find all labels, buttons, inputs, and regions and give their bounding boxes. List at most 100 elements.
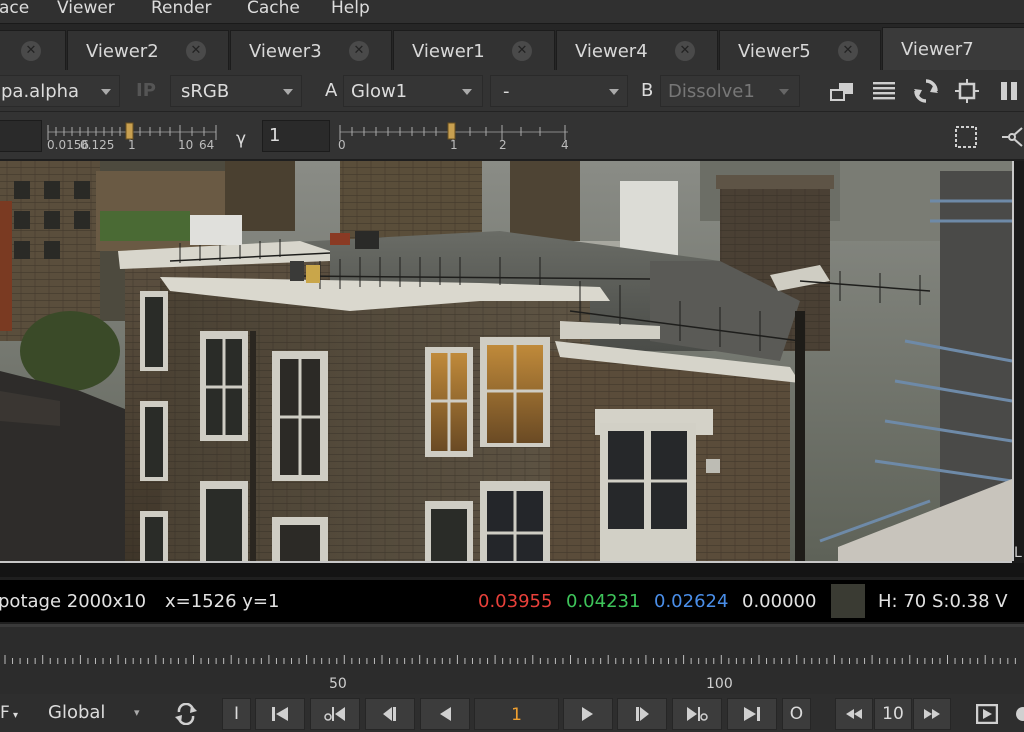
play-backward-icon	[440, 707, 451, 721]
pixel-info-bar: potage 2000x10 x=1526 y=1 0.03955 0.0423…	[0, 580, 1024, 622]
tab-viewer4[interactable]: Viewer4 ✕	[556, 30, 718, 70]
menu-help[interactable]: Help	[331, 0, 370, 17]
chevron-down-icon: ▾	[134, 706, 140, 719]
red-value: 0.03955	[478, 591, 553, 612]
playback-settings-button[interactable]	[970, 698, 1004, 730]
close-icon[interactable]: ✕	[21, 41, 41, 61]
tab-viewer1[interactable]: Viewer1 ✕	[393, 30, 555, 70]
close-icon[interactable]: ✕	[186, 41, 206, 61]
next-keyframe-button[interactable]	[672, 698, 722, 730]
gamma-label: γ	[236, 129, 247, 149]
step-forward-icon	[636, 707, 649, 721]
extra-button[interactable]	[1008, 698, 1024, 730]
blue-value: 0.02624	[654, 591, 729, 612]
first-frame-button[interactable]	[255, 698, 305, 730]
step-back-button[interactable]	[365, 698, 415, 730]
format-label: potage 2000x10	[0, 591, 147, 612]
increment-field[interactable]: 10	[874, 698, 912, 730]
viewer-tab-bar: s ✕ Viewer2 ✕ Viewer3 ✕ Viewer1 ✕ Viewer…	[0, 24, 1024, 70]
step-back-icon	[383, 707, 396, 721]
green-value: 0.04231	[566, 591, 641, 612]
refresh-icon[interactable]	[913, 78, 939, 104]
proxy-icon[interactable]	[829, 78, 855, 104]
close-icon[interactable]: ✕	[349, 41, 369, 61]
tab-label: Viewer3	[249, 41, 322, 62]
tab-label: Viewer4	[575, 41, 648, 62]
region-select-icon[interactable]	[953, 124, 979, 150]
tab-label: Viewer7	[901, 39, 974, 60]
skip-to-end-icon	[744, 707, 760, 721]
pause-icon[interactable]	[996, 78, 1022, 104]
skip-back-increment-button[interactable]	[835, 698, 873, 730]
tab-viewer3[interactable]: Viewer3 ✕	[230, 30, 392, 70]
close-icon[interactable]: ✕	[512, 41, 532, 61]
svg-text:L: L	[1014, 545, 1022, 561]
viewer-canvas[interactable]: L	[0, 161, 1024, 577]
tab-viewer5[interactable]: Viewer5 ✕	[719, 30, 881, 70]
viewer-toolbar: pa.alpha IP sRGB A Glow1 - B Dissolve1	[0, 70, 1024, 112]
chevron-down-icon	[101, 89, 111, 95]
skip-forward-increment-button[interactable]	[913, 698, 951, 730]
chevron-down-icon	[779, 89, 789, 95]
tab-partial[interactable]: s ✕	[0, 30, 66, 70]
input-b-dropdown[interactable]: Dissolve1	[660, 75, 800, 107]
rooftop-image: L	[0, 161, 1024, 577]
colorspace-dropdown[interactable]: sRGB	[170, 75, 302, 107]
tab-label: Viewer1	[412, 41, 485, 62]
hsv-values: H: 70 S:0.38 V	[878, 591, 1008, 612]
timeline-ruler	[0, 635, 1024, 671]
input-a-dropdown[interactable]: Glow1	[343, 75, 483, 107]
current-frame-field[interactable]: 1	[474, 698, 559, 730]
playback-controls: F ▾ Global ▾ I 1 O 10	[0, 694, 1024, 732]
out-point-button[interactable]: O	[782, 698, 811, 730]
menu-bar: ace Viewer Render Cache Help	[0, 0, 1024, 24]
flipbook-icon	[976, 704, 998, 724]
circle-icon	[1016, 707, 1024, 721]
play-backward-button[interactable]	[420, 698, 470, 730]
transform-handle-icon[interactable]	[1000, 124, 1024, 150]
tab-label: Viewer5	[738, 41, 811, 62]
alpha-value: 0.00000	[742, 591, 817, 612]
play-forward-button[interactable]	[563, 698, 613, 730]
close-icon[interactable]: ✕	[675, 41, 695, 61]
gamma-field[interactable]: 1	[262, 120, 330, 152]
chevron-down-icon	[609, 89, 619, 95]
tab-viewer2[interactable]: Viewer2 ✕	[67, 30, 229, 70]
prev-keyframe-button[interactable]	[310, 698, 360, 730]
tab-label: Viewer2	[86, 41, 159, 62]
input-b-label: B	[641, 80, 654, 101]
scope-dropdown[interactable]: Global ▾	[38, 698, 154, 730]
menu-lines-icon[interactable]	[871, 78, 897, 104]
tab-viewer7[interactable]: Viewer7	[882, 27, 1024, 70]
wipe-mode-dropdown[interactable]: -	[490, 75, 628, 107]
chevron-down-icon	[283, 89, 293, 95]
fast-forward-icon	[924, 709, 940, 719]
channel-dropdown[interactable]: pa.alpha	[0, 75, 120, 107]
skip-to-start-icon	[272, 707, 288, 721]
in-point-button[interactable]: I	[222, 698, 251, 730]
prev-key-icon	[324, 707, 345, 721]
last-frame-button[interactable]	[727, 698, 777, 730]
gain-field[interactable]	[0, 120, 42, 152]
next-key-icon	[687, 707, 708, 721]
color-swatch	[831, 584, 865, 618]
menu-render[interactable]: Render	[151, 0, 212, 17]
cursor-coords: x=1526 y=1	[165, 591, 280, 612]
play-icon	[582, 707, 593, 721]
ip-button[interactable]: IP	[136, 80, 156, 101]
chevron-down-icon	[462, 89, 472, 95]
step-forward-button[interactable]	[617, 698, 667, 730]
loop-icon	[175, 703, 197, 725]
fps-dropdown[interactable]: F ▾	[0, 698, 34, 730]
close-icon[interactable]: ✕	[838, 41, 858, 61]
menu-viewer[interactable]: Viewer	[57, 0, 115, 17]
menu-workspace[interactable]: ace	[0, 0, 29, 17]
gain-gamma-toolbar: 0.0156 0.125 1 10 64 γ 1 0 1 2 4	[0, 112, 1024, 160]
input-a-label: A	[325, 80, 338, 101]
timeline[interactable]: 50 100	[0, 624, 1024, 694]
menu-cache[interactable]: Cache	[247, 0, 300, 17]
frame-label: 50	[329, 676, 347, 692]
loop-mode-button[interactable]	[168, 698, 208, 730]
rewind-icon	[846, 709, 862, 719]
roi-icon[interactable]	[954, 78, 980, 104]
